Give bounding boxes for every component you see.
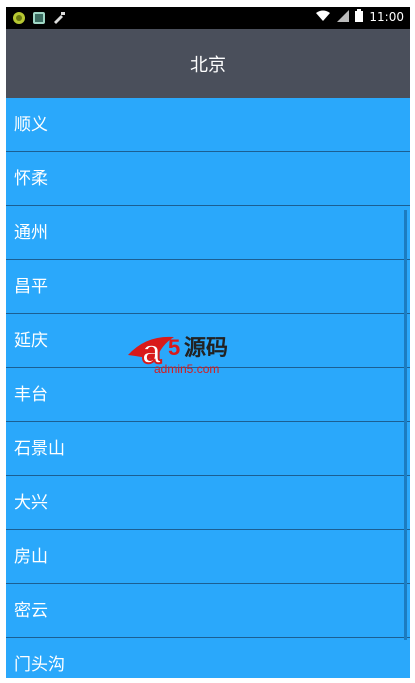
scrollbar-thumb[interactable] [404,210,407,640]
svg-text:admin5.com: admin5.com [154,362,219,376]
app-bar: 北京 [6,29,410,98]
status-bar: 11:00 [6,7,410,29]
battery-icon [355,9,364,25]
usb-icon [52,10,66,24]
image-icon [32,10,46,24]
wifi-icon [315,10,331,25]
page-title: 北京 [190,55,226,76]
list-item-mentougou[interactable]: 门头沟 [6,638,410,678]
svg-text:5: 5 [168,335,180,360]
list-item-huairou[interactable]: 怀柔 [6,152,410,206]
a5-watermark-logo: a 5 源码 admin5.com [126,325,286,380]
list-item-shunyi[interactable]: 顺义 [6,98,410,152]
svg-text:源码: 源码 [184,336,228,361]
phone-screen: 11:00 北京 顺义 怀柔 通州 昌平 延庆 丰台 石景山 大兴 房山 密云 … [6,7,410,678]
district-list[interactable]: 顺义 怀柔 通州 昌平 延庆 丰台 石景山 大兴 房山 密云 门头沟 [6,98,410,678]
list-item-miyun[interactable]: 密云 [6,584,410,638]
list-item-daxing[interactable]: 大兴 [6,476,410,530]
list-item-changping[interactable]: 昌平 [6,260,410,314]
list-item-tongzhou[interactable]: 通州 [6,206,410,260]
list-item-fangshan[interactable]: 房山 [6,530,410,584]
signal-icon [337,9,350,25]
clock: 11:00 [369,10,404,24]
list-item-shijingshan[interactable]: 石景山 [6,422,410,476]
android-debug-icon [12,10,26,24]
